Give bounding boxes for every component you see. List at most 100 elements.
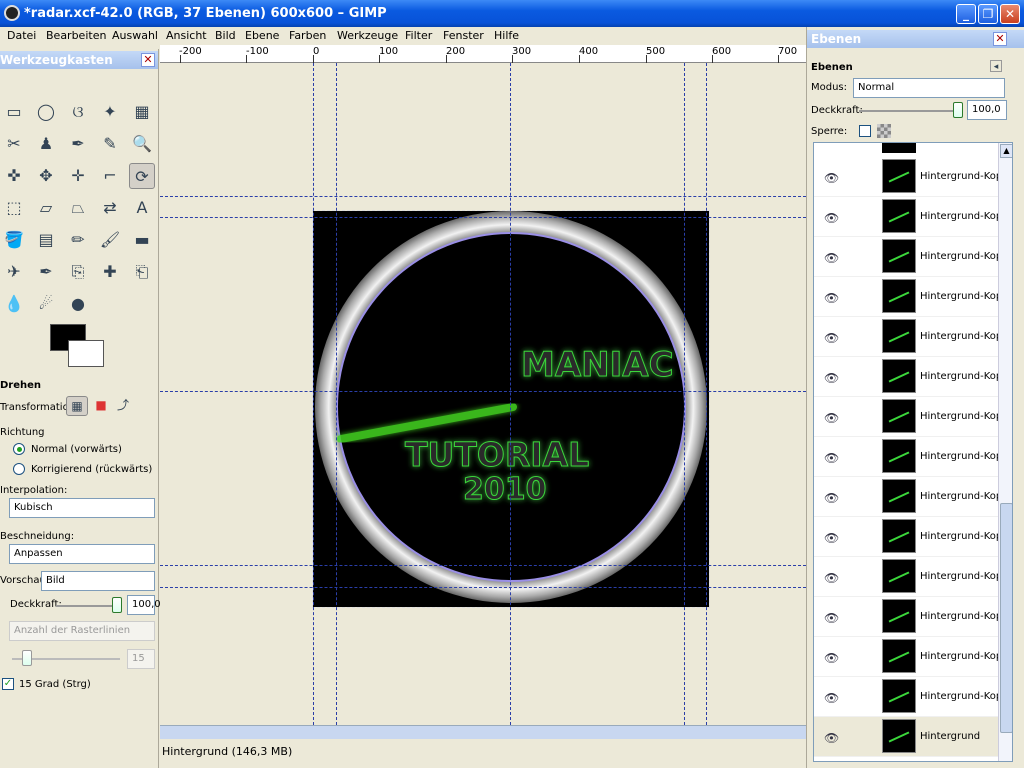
blur-icon[interactable]: 💧 (1, 291, 27, 317)
layer-row[interactable]: 👁 Hintergrund-Kopi (814, 437, 1005, 477)
eraser-icon[interactable]: ▬ (129, 227, 155, 253)
layer-row[interactable]: 👁 Hintergrund-Kopi (814, 237, 1005, 277)
menu-fenster[interactable]: Fenster (443, 29, 484, 42)
canvas-view[interactable]: MANIAC TUTORIAL 2010 (160, 63, 806, 725)
clipping-select[interactable]: Anpassen (9, 544, 155, 564)
grid-lines-select[interactable]: Anzahl der Rasterlinien (9, 621, 155, 641)
direction-normal-radio[interactable] (13, 443, 25, 455)
visibility-eye-icon[interactable]: 👁 (824, 171, 839, 185)
transform-path-icon[interactable]: ⤴ (114, 396, 132, 416)
menu-hilfe[interactable]: Hilfe (494, 29, 519, 42)
transform-selection-icon[interactable]: ■ (92, 396, 110, 416)
guide-line[interactable] (160, 217, 806, 218)
layers-dock-close-icon[interactable]: ✕ (993, 32, 1007, 46)
foreground-select-icon[interactable]: ♟ (33, 131, 59, 157)
pencil-icon[interactable]: ✏ (65, 227, 91, 253)
direction-corrective-radio[interactable] (13, 463, 25, 475)
move-icon[interactable]: ✥ (33, 163, 59, 189)
horizontal-ruler[interactable]: -200 -100 0 100 200 300 400 500 600 700 (160, 45, 806, 63)
bucket-fill-icon[interactable]: 🪣 (1, 227, 27, 253)
perspective-clone-icon[interactable]: ⎗ (129, 259, 155, 285)
grid-value[interactable]: 15 (127, 649, 155, 669)
visibility-eye-icon[interactable]: 👁 (824, 531, 839, 545)
measure-icon[interactable]: ✜ (1, 163, 27, 189)
dodge-burn-icon[interactable]: ● (65, 291, 91, 317)
layer-row[interactable]: 👁 Hintergrund (814, 717, 998, 757)
opacity-slider[interactable] (56, 605, 116, 607)
shear-icon[interactable]: ▱ (33, 195, 59, 221)
guide-line[interactable] (313, 63, 314, 725)
menu-ansicht[interactable]: Ansicht (166, 29, 207, 42)
layer-row[interactable]: 👁 Hintergrund-Kopi (814, 637, 1005, 677)
guide-line[interactable] (160, 565, 806, 566)
layer-opacity-slider[interactable] (859, 110, 959, 112)
blend-icon[interactable]: ▤ (33, 227, 59, 253)
background-color-swatch[interactable] (68, 340, 104, 367)
fuzzy-select-icon[interactable]: ✦ (97, 99, 123, 125)
guide-line[interactable] (336, 63, 337, 725)
menu-bild[interactable]: Bild (215, 29, 236, 42)
color-select-icon[interactable]: ▦ (129, 99, 155, 125)
transform-layer-icon[interactable]: ▦ (66, 396, 88, 416)
menu-werkzeuge[interactable]: Werkzeuge (337, 29, 398, 42)
snap-15-checkbox[interactable]: ✓ (2, 678, 14, 690)
lasso-icon[interactable]: ଓ (65, 99, 91, 125)
menu-auswahl[interactable]: Auswahl (112, 29, 158, 42)
layer-row[interactable]: 👁 Hintergrund-Kopi (814, 157, 1005, 197)
airbrush-icon[interactable]: ✈ (1, 259, 27, 285)
ellipse-select-icon[interactable]: ◯ (33, 99, 59, 125)
visibility-eye-icon[interactable]: 👁 (824, 251, 839, 265)
layer-row[interactable]: 👁 Hintergrund-Kopi (814, 197, 1005, 237)
guide-line[interactable] (160, 391, 806, 392)
maximize-button[interactable]: ❐ (978, 4, 998, 24)
visibility-eye-icon[interactable]: 👁 (824, 691, 839, 705)
layer-opacity-value[interactable]: 100,0 (967, 100, 1007, 120)
layer-list[interactable]: 👁 Hintergrund-Kopi 👁 Hintergrund-Kopi 👁 Hinte… (813, 142, 1013, 762)
visibility-eye-icon[interactable]: 👁 (824, 651, 839, 665)
visibility-eye-icon[interactable]: 👁 (824, 211, 839, 225)
text-icon[interactable]: A (129, 195, 155, 221)
flip-icon[interactable]: ⇄ (97, 195, 123, 221)
layer-row[interactable]: 👁 Hintergrund-Kopi (814, 397, 1005, 437)
visibility-eye-icon[interactable]: 👁 (824, 331, 839, 345)
guide-line[interactable] (706, 63, 707, 725)
rect-select-icon[interactable]: ▭ (1, 99, 27, 125)
layer-list-scrollbar-thumb[interactable] (1000, 503, 1012, 733)
menu-filter[interactable]: Filter (405, 29, 432, 42)
layer-row[interactable]: 👁 Hintergrund-Kopi (814, 597, 1005, 637)
rotate-icon[interactable]: ⟳ (129, 163, 155, 189)
scale-icon[interactable]: ⬚ (1, 195, 27, 221)
minimize-button[interactable]: _ (956, 4, 976, 24)
layer-row[interactable]: 👁 Hintergrund-Kopi (814, 357, 1005, 397)
visibility-eye-icon[interactable]: 👁 (824, 291, 839, 305)
guide-line[interactable] (160, 196, 806, 197)
visibility-eye-icon[interactable]: 👁 (824, 611, 839, 625)
layer-list-scrollbar[interactable]: ▲ (998, 143, 1012, 761)
menu-ebene[interactable]: Ebene (245, 29, 279, 42)
visibility-eye-icon[interactable]: 👁 (824, 491, 839, 505)
opacity-slider-handle[interactable] (112, 597, 122, 613)
layer-row[interactable]: 👁 Hintergrund-Kopi (814, 277, 1005, 317)
heal-icon[interactable]: ✚ (97, 259, 123, 285)
menu-farben[interactable]: Farben (289, 29, 326, 42)
visibility-eye-icon[interactable]: 👁 (824, 371, 839, 385)
layer-row[interactable]: 👁 Hintergrund-Kopi (814, 677, 1005, 717)
color-picker-icon[interactable]: ✎ (97, 131, 123, 157)
guide-line[interactable] (684, 63, 685, 725)
layer-opacity-handle[interactable] (953, 102, 963, 118)
paths-icon[interactable]: ✒ (65, 131, 91, 157)
mode-select[interactable]: Normal (853, 78, 1005, 98)
horizontal-scrollbar[interactable] (160, 725, 806, 739)
scissors-icon[interactable]: ✂ (1, 131, 27, 157)
smudge-icon[interactable]: ☄ (33, 291, 59, 317)
crop-icon[interactable]: ⌐ (97, 163, 123, 189)
toolbox-close-icon[interactable]: ✕ (141, 53, 155, 67)
interpolation-select[interactable]: Kubisch (9, 498, 155, 518)
layer-row[interactable]: 👁 Hintergrund-Kopi (814, 557, 1005, 597)
visibility-eye-icon[interactable]: 👁 (824, 571, 839, 585)
image-canvas[interactable]: MANIAC TUTORIAL 2010 (312, 210, 710, 608)
visibility-eye-icon[interactable]: 👁 (824, 451, 839, 465)
visibility-eye-icon[interactable]: 👁 (824, 731, 839, 745)
guide-line[interactable] (160, 587, 806, 588)
preview-select[interactable]: Bild (41, 571, 155, 591)
